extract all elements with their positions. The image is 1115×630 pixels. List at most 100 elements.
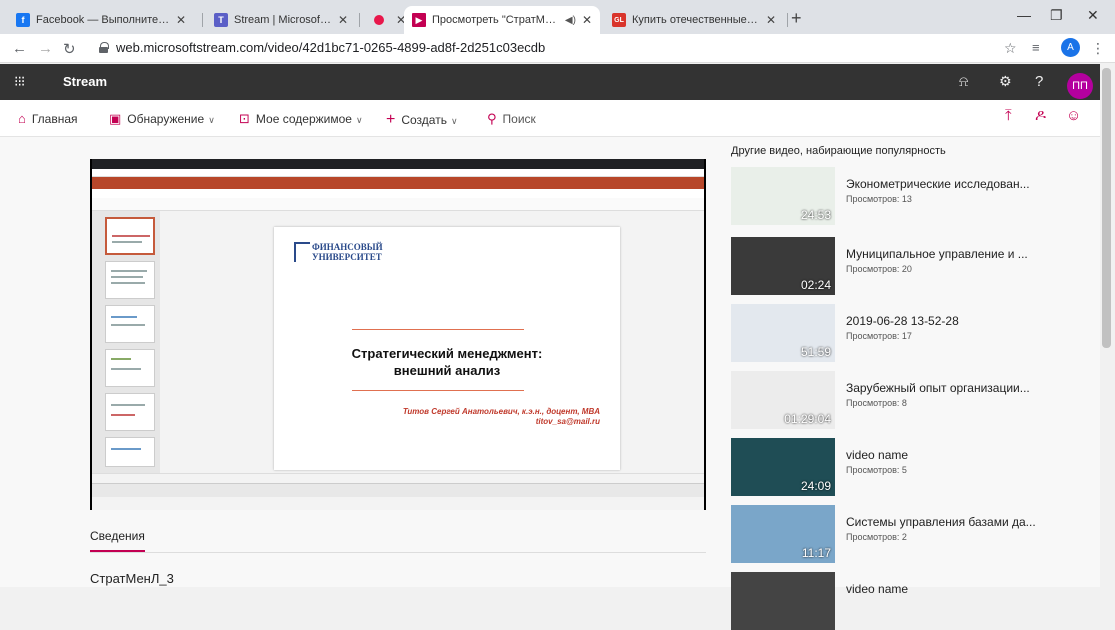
video-frame: ФИНАНСОВЫЙ УНИВЕРСИТЕТ Стратегический ме… bbox=[92, 159, 704, 510]
my-content-icon: ⊡ bbox=[239, 111, 250, 126]
related-video-views: Просмотров: 2 bbox=[846, 532, 907, 542]
tab-title: Просмотреть "СтратМенЛ_ bbox=[432, 14, 561, 26]
related-video-thumbnail[interactable]: 01:29:04 bbox=[731, 371, 835, 429]
nav-create-label: Создать bbox=[401, 113, 447, 127]
frame-powerpoint-bar bbox=[92, 177, 704, 189]
reload-icon[interactable]: ↻ bbox=[63, 40, 76, 58]
related-video-thumbnail[interactable]: 11:17 bbox=[731, 505, 835, 563]
stream-nav: ⌂ Главная ▣ Обнаружение ∨ ⊡ Мое содержимое ∨ … bbox=[0, 100, 1100, 137]
slide-title-line1: Стратегический менеджмент: bbox=[351, 346, 543, 361]
tab-facebook[interactable]: f Facebook — Выполните вход или ✕ bbox=[8, 6, 194, 34]
related-video-thumbnail[interactable]: 24:53 bbox=[731, 167, 835, 225]
related-video-title[interactable]: video name bbox=[846, 582, 908, 596]
tab-title: Facebook — Выполните вход или bbox=[36, 14, 170, 26]
tab-close-icon[interactable]: ✕ bbox=[338, 13, 348, 27]
university-logo: ФИНАНСОВЫЙ УНИВЕРСИТЕТ bbox=[294, 240, 384, 266]
search-input[interactable]: ⚲ Поиск bbox=[487, 111, 536, 127]
video-duration: 24:53 bbox=[800, 208, 831, 222]
video-duration: 02:24 bbox=[800, 278, 831, 292]
forward-icon[interactable]: → bbox=[38, 40, 53, 57]
tab-cars[interactable]: GL Купить отечественные автомоб ✕ bbox=[604, 6, 784, 34]
tab-close-icon[interactable]: ✕ bbox=[396, 13, 404, 27]
current-slide: ФИНАНСОВЫЙ УНИВЕРСИТЕТ Стратегический ме… bbox=[274, 227, 620, 470]
lock-icon bbox=[99, 42, 109, 53]
tab-close-icon[interactable]: ✕ bbox=[176, 13, 186, 27]
tab-title: Купить отечественные автомоб bbox=[632, 14, 760, 26]
bookmark-star-icon[interactable]: ☆ bbox=[1004, 40, 1017, 57]
notifications-icon[interactable]: ⍾ bbox=[959, 73, 968, 90]
window-close-icon[interactable]: ✕ bbox=[1087, 7, 1099, 24]
slide-author-line2: titov_sa@mail.ru bbox=[535, 417, 600, 426]
settings-gear-icon[interactable]: ⚙ bbox=[999, 73, 1012, 90]
profile-avatar[interactable]: A bbox=[1061, 38, 1080, 57]
video-player[interactable]: ФИНАНСОВЫЙ УНИВЕРСИТЕТ Стратегический ме… bbox=[90, 159, 706, 510]
related-video-thumbnail[interactable]: 51:59 bbox=[731, 304, 835, 362]
frame-status-bar bbox=[92, 473, 704, 483]
tab-close-icon[interactable]: ✕ bbox=[766, 13, 776, 27]
video-duration: 24:09 bbox=[800, 479, 831, 493]
stream-header: ⁝⁝⁝ Stream ⍾ ⚙ ? bbox=[0, 64, 1100, 100]
nav-home[interactable]: ⌂ Главная bbox=[18, 111, 78, 126]
nav-create[interactable]: + Создать ∨ bbox=[386, 111, 458, 129]
slide-thumbnail bbox=[105, 393, 155, 431]
browser-tab-strip: f Facebook — Выполните вход или ✕ T Stre… bbox=[0, 0, 1115, 34]
frame-ribbon bbox=[92, 198, 704, 211]
user-avatar[interactable]: ПП bbox=[1067, 73, 1093, 99]
slide-title-line2: внешний анализ bbox=[393, 363, 501, 378]
help-icon[interactable]: ? bbox=[1035, 73, 1043, 90]
related-video-title[interactable]: Эконометрические исследован... bbox=[846, 177, 1030, 191]
related-video-title[interactable]: 2019-06-28 13-52-28 bbox=[846, 314, 959, 328]
audio-icon[interactable]: ◀) bbox=[565, 15, 576, 26]
minimize-icon[interactable]: — bbox=[1017, 7, 1031, 23]
nav-discover-label: Обнаружение bbox=[127, 112, 205, 126]
shop-icon: GL bbox=[612, 13, 626, 27]
slide-thumbnail bbox=[105, 217, 155, 255]
feedback-smiley-icon[interactable]: ☺ bbox=[1066, 107, 1081, 124]
plus-icon: + bbox=[386, 111, 396, 128]
app-launcher-icon[interactable]: ⁝⁝⁝ bbox=[14, 73, 25, 90]
related-video-title[interactable]: video name bbox=[846, 448, 908, 462]
add-person-icon[interactable]: ዶ bbox=[1035, 107, 1046, 124]
divider bbox=[90, 552, 706, 553]
related-video-views: Просмотров: 20 bbox=[846, 264, 912, 274]
related-video-views: Просмотров: 13 bbox=[846, 194, 912, 204]
tab-teams[interactable]: T Stream | Microsoft Teams ✕ bbox=[206, 6, 356, 34]
address-bar-row: ← → ↻ web.microsoftstream.com/video/42d1… bbox=[0, 34, 1115, 63]
video-duration: 01:29:04 bbox=[784, 412, 831, 426]
related-video-title[interactable]: Зарубежный опыт организации... bbox=[846, 381, 1030, 395]
back-icon[interactable]: ← bbox=[12, 40, 27, 57]
tab-pinned[interactable]: ✕ bbox=[366, 6, 404, 34]
related-video-title[interactable]: Муниципальное управление и ... bbox=[846, 247, 1028, 261]
slide-author: Титов Сергей Анатольевич, к.э.н., доцент… bbox=[364, 407, 600, 427]
related-video-thumbnail[interactable]: 24:09 bbox=[731, 438, 835, 496]
restore-icon[interactable]: ❐ bbox=[1050, 7, 1063, 24]
slide-thumbnail bbox=[105, 437, 155, 467]
nav-my-content[interactable]: ⊡ Мое содержимое ∨ bbox=[239, 111, 363, 127]
related-video-views: Просмотров: 17 bbox=[846, 331, 912, 341]
browser-menu-icon[interactable]: ⋮ bbox=[1091, 40, 1105, 57]
app-name[interactable]: Stream bbox=[63, 74, 107, 89]
related-video-thumbnail[interactable]: 02:24 bbox=[731, 237, 835, 295]
search-icon: ⚲ bbox=[487, 111, 497, 126]
search-placeholder: Поиск bbox=[502, 112, 536, 126]
frame-address-bar bbox=[92, 169, 704, 177]
upload-icon[interactable]: ⤒ bbox=[1005, 107, 1012, 124]
tab-stream-active[interactable]: ▶ Просмотреть "СтратМенЛ_ ◀) ✕ bbox=[404, 6, 600, 34]
tab-title: Stream | Microsoft Teams bbox=[234, 14, 332, 26]
url-field[interactable]: web.microsoftstream.com/video/42d1bc71-0… bbox=[116, 40, 545, 55]
new-tab-button[interactable]: + bbox=[791, 8, 802, 29]
nav-discover[interactable]: ▣ Обнаружение ∨ bbox=[109, 111, 215, 127]
related-video-views: Просмотров: 5 bbox=[846, 465, 907, 475]
related-video-thumbnail[interactable] bbox=[731, 572, 835, 630]
details-tab[interactable]: Сведения bbox=[90, 529, 145, 543]
related-video-title[interactable]: Системы управления базами да... bbox=[846, 515, 1036, 529]
frame-download-bar bbox=[92, 483, 704, 497]
tab-close-icon[interactable]: ✕ bbox=[582, 13, 592, 27]
logo-line2: УНИВЕРСИТЕТ bbox=[312, 252, 382, 262]
media-control-icon[interactable]: ≡ bbox=[1032, 40, 1040, 55]
frame-menu bbox=[92, 189, 704, 198]
nav-my-content-label: Мое содержимое bbox=[255, 112, 352, 126]
related-heading: Другие видео, набирающие популярность bbox=[731, 145, 946, 157]
scrollbar-thumb[interactable] bbox=[1102, 68, 1111, 348]
video-duration: 51:59 bbox=[800, 345, 831, 359]
